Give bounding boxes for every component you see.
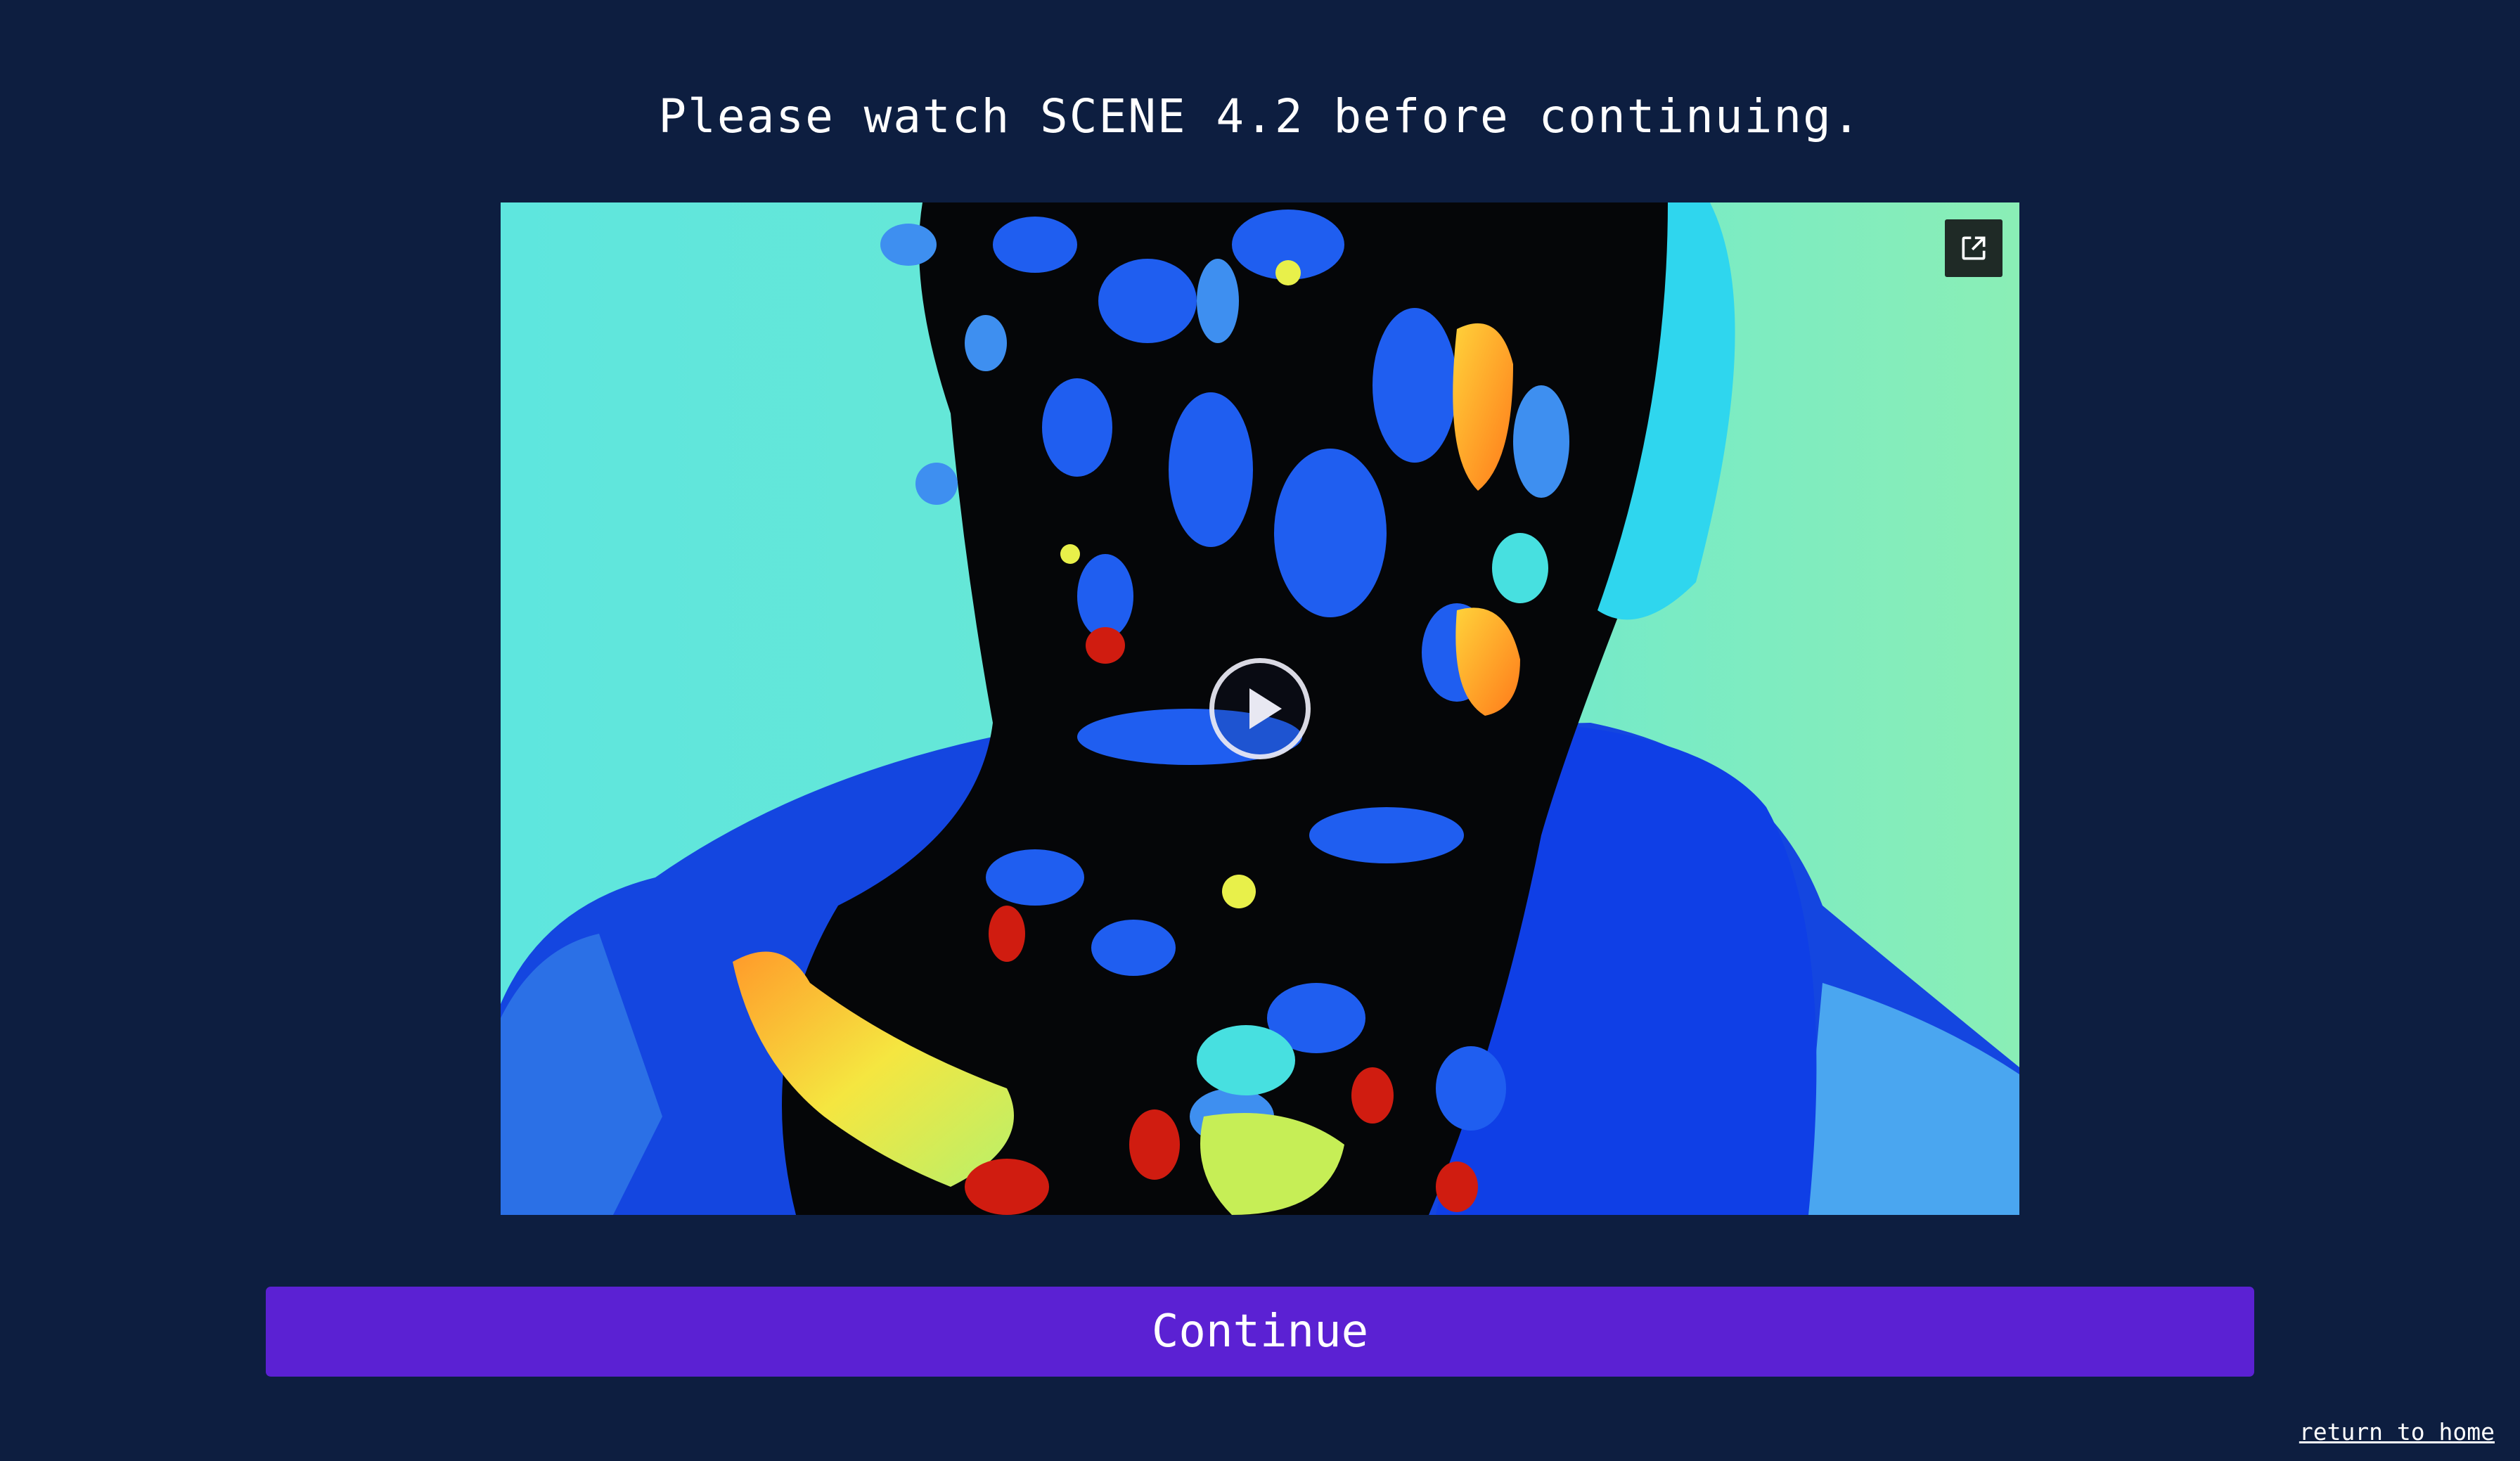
page-instruction: Please watch SCENE 4.2 before continuing… <box>658 89 1862 143</box>
video-player[interactable] <box>501 202 2019 1215</box>
continue-button[interactable]: Continue <box>266 1287 2254 1377</box>
play-button[interactable] <box>1209 658 1311 759</box>
return-home-link[interactable]: return to home <box>2299 1417 2495 1447</box>
external-link-icon <box>1962 236 1986 260</box>
play-icon <box>1249 688 1282 729</box>
popout-button[interactable] <box>1945 219 2002 277</box>
